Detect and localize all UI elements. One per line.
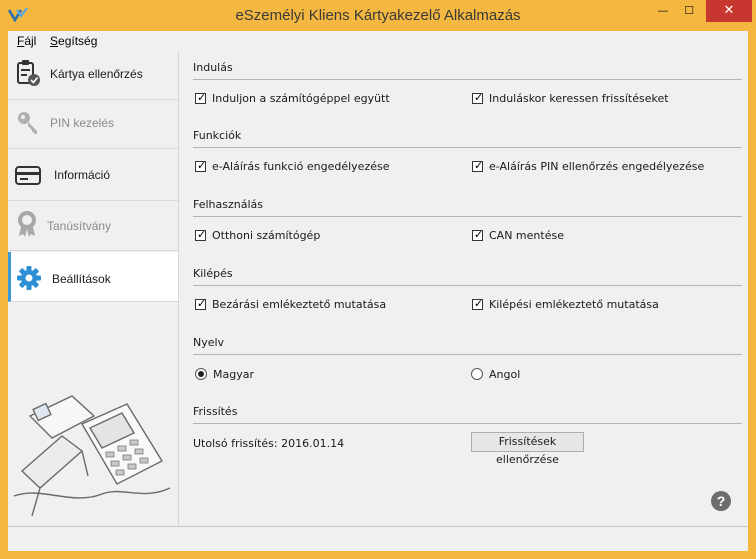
card-info-icon (15, 166, 41, 185)
checkbox-label: Bezárási emlékeztető mutatása (212, 297, 387, 311)
section-title-exit: Kilépés (193, 267, 233, 280)
checkbox-label: e-Aláírás PIN ellenőrzés engedélyezése (489, 159, 705, 173)
check-mark-icon: ✓ (474, 90, 484, 104)
status-bar (8, 526, 748, 551)
menu-file[interactable]: Fájl (17, 34, 36, 48)
checkbox-exit-reminder[interactable]: ✓ Kilépési emlékeztető mutatása (472, 296, 659, 312)
checkbox-box[interactable]: ✓ (195, 158, 207, 172)
help-icon[interactable]: ? (711, 491, 731, 511)
checkbox-box[interactable]: ✓ (195, 90, 207, 104)
check-mark-icon: ✓ (197, 158, 207, 172)
menu-help-label: egítség (58, 34, 98, 48)
radio-button-selected[interactable] (195, 368, 207, 380)
check-mark-icon: ✓ (474, 227, 484, 241)
radio-label: Angol (489, 367, 521, 381)
section-divider (193, 285, 742, 286)
checkbox-box[interactable]: ✓ (195, 296, 207, 310)
radio-label: Magyar (213, 367, 254, 381)
checkbox-label: CAN mentése (489, 228, 564, 242)
checkbox-esign-enable[interactable]: ✓ e-Aláírás funkció engedélyezése (195, 158, 390, 174)
key-icon (18, 112, 37, 134)
checkbox-label: Induljon a számítógéppel együtt (212, 91, 390, 105)
card-reader-illustration (13, 395, 171, 517)
checkbox-label: Induláskor keressen frissítéseket (489, 91, 669, 105)
checkbox-box[interactable]: ✓ (472, 227, 484, 241)
sidebar-item-pin[interactable]: PIN kezelés (8, 100, 178, 149)
sidebar-item-label: PIN kezelés (50, 116, 115, 130)
section-divider (193, 216, 742, 217)
checkbox-esign-pin-check[interactable]: ✓ e-Aláírás PIN ellenőrzés engedélyezése (472, 158, 704, 174)
checkbox-close-reminder[interactable]: ✓ Bezárási emlékeztető mutatása (195, 296, 386, 312)
sidebar-item-information[interactable]: Információ (8, 149, 178, 201)
checkbox-check-updates-on-start[interactable]: ✓ Induláskor keressen frissítéseket (472, 90, 669, 106)
section-title-language: Nyelv (193, 336, 225, 349)
checkbox-label: e-Aláírás funkció engedélyezése (212, 159, 390, 173)
sidebar-item-label: Kártya ellenőrzés (50, 67, 143, 81)
radio-language-hungarian[interactable]: Magyar (195, 366, 254, 382)
section-divider (193, 423, 742, 424)
minimize-button[interactable]: — (650, 0, 676, 22)
section-divider (193, 147, 742, 148)
sidebar-item-label: Információ (54, 168, 111, 182)
card-check-icon (17, 60, 40, 86)
checkbox-label: Kilépési emlékeztető mutatása (489, 297, 659, 311)
sidebar-item-label: Tanúsítvány (47, 219, 112, 233)
section-divider (193, 79, 742, 80)
sidebar-item-label: Beállítások (52, 272, 111, 286)
title-bar: eSzemélyi Kliens Kártyakezelő Alkalmazás… (0, 0, 756, 31)
check-mark-icon: ✓ (474, 296, 484, 310)
radio-language-english[interactable]: Angol (471, 366, 520, 382)
radio-button[interactable] (471, 368, 483, 380)
check-mark-icon: ✓ (197, 227, 207, 241)
checkbox-box[interactable]: ✓ (472, 296, 484, 310)
check-mark-icon: ✓ (197, 296, 207, 310)
check-updates-button[interactable]: Frissítések ellenőrzése (471, 432, 584, 466)
menu-file-label: ájl (24, 34, 37, 48)
menu-bar: Fájl Segítség (8, 31, 748, 51)
sidebar-item-settings[interactable]: Beállítások (8, 252, 178, 302)
gear-icon (17, 266, 41, 290)
section-title-usage: Felhasználás (193, 198, 264, 211)
checkbox-home-computer[interactable]: ✓ Otthoni számítógép (195, 227, 320, 243)
menu-help[interactable]: Segítség (50, 34, 97, 48)
checkbox-save-can[interactable]: ✓ CAN mentése (472, 227, 564, 243)
app-window: eSzemélyi Kliens Kártyakezelő Alkalmazás… (0, 0, 756, 559)
checkbox-box[interactable]: ✓ (472, 90, 484, 104)
sidebar-item-certificate[interactable]: Tanúsítvány (8, 201, 178, 251)
certificate-icon (18, 211, 36, 237)
section-divider (193, 354, 742, 355)
section-title-functions: Funkciók (193, 129, 242, 142)
checkbox-box[interactable]: ✓ (472, 158, 484, 172)
checkbox-label: Otthoni számítógép (212, 228, 321, 242)
menu-help-mnemonic: S (50, 34, 59, 48)
section-title-startup: Indulás (193, 61, 233, 74)
check-mark-icon: ✓ (197, 90, 207, 104)
window-title: eSzemélyi Kliens Kártyakezelő Alkalmazás (235, 7, 521, 24)
checkbox-start-with-computer[interactable]: ✓ Induljon a számítógéppel együtt (195, 90, 390, 106)
sidebar: Kártya ellenőrzés PIN kezelés Információ (8, 51, 179, 526)
check-mark-icon: ✓ (474, 158, 484, 172)
settings-panel: Indulás ✓ Induljon a számítógéppel együt… (179, 51, 748, 526)
checkbox-box[interactable]: ✓ (195, 227, 207, 241)
close-button[interactable]: ✕ (706, 0, 752, 22)
maximize-button[interactable]: ☐ (676, 0, 702, 22)
last-update-text: Utolsó frissítés: 2016.01.14 (193, 437, 345, 450)
sidebar-item-card-check[interactable]: Kártya ellenőrzés (8, 51, 178, 100)
section-title-updates: Frissítés (193, 405, 238, 418)
